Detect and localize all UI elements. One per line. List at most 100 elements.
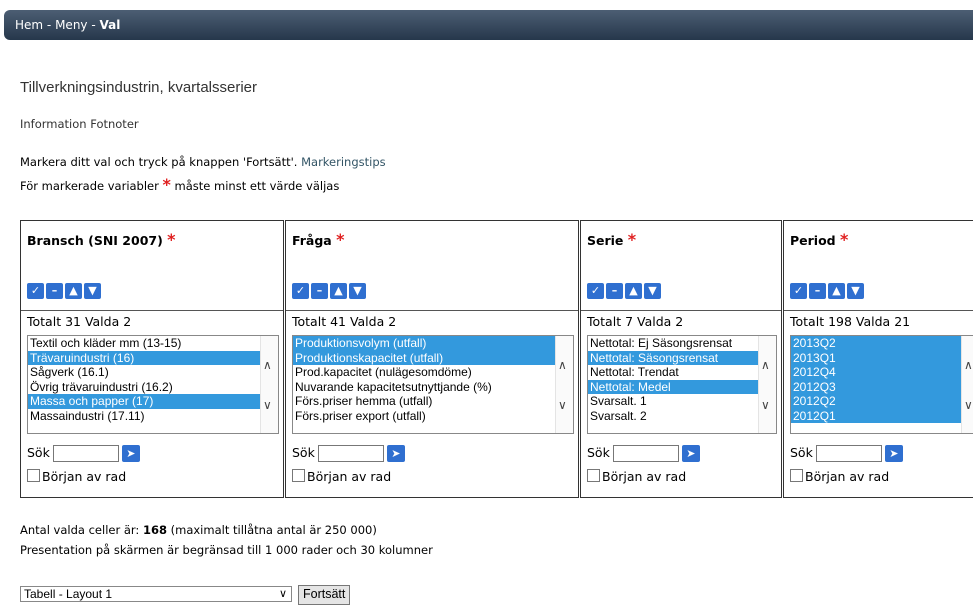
search-label: Sök [27,445,50,460]
chevron-down-icon[interactable]: ∨ [964,398,973,412]
list-item[interactable]: 2012Q1 [791,408,961,423]
move-up-icon[interactable]: ▲ [828,283,845,299]
list-scrollbar[interactable]: ∧ ∨ [961,336,973,433]
list-item[interactable]: Nettotal: Ej Säsongsrensat [588,336,758,351]
list-item[interactable]: 2012Q3 [791,379,961,394]
start-of-row-option-period[interactable]: Början av rad [790,469,889,484]
information-link[interactable]: Information [20,117,87,131]
move-up-icon[interactable]: ▲ [65,283,82,299]
breadcrumb-home[interactable]: Hem [15,18,43,32]
info-links: Information Fotnoter [20,117,139,131]
list-scrollbar[interactable]: ∧ ∨ [758,336,776,433]
move-down-icon[interactable]: ▼ [847,283,864,299]
select-all-icon[interactable]: ✓ [790,283,807,299]
list-item[interactable]: Nettotal: Medel [588,379,758,394]
list-item[interactable]: Produktionsvolym (utfall) [293,336,555,351]
panel-title-fraga: Fråga * [292,230,344,249]
list-item[interactable]: 2012Q2 [791,394,961,409]
chevron-down-icon[interactable]: ∨ [761,398,770,412]
breadcrumb-menu[interactable]: Meny [55,18,87,32]
panel-title-text: Fråga [292,233,332,248]
chevron-up-icon[interactable]: ∧ [263,358,272,372]
total-selected-bransch: Totalt 31 Valda 2 [27,314,131,329]
search-input[interactable] [317,445,384,462]
list-item[interactable]: 2012Q4 [791,365,961,380]
checkbox-label: Början av rad [42,469,127,484]
move-down-icon[interactable]: ▼ [84,283,101,299]
search-input[interactable] [52,445,119,462]
search-row-period: Sök ➤ [790,445,903,462]
deselect-all-icon[interactable]: – [809,283,826,299]
list-item[interactable]: Förs.priser hemma (utfall) [293,394,555,409]
chevron-down-icon[interactable]: ∨ [558,398,567,412]
list-item[interactable]: Nettotal: Säsongsrensat [588,350,758,365]
move-down-icon[interactable]: ▼ [644,283,661,299]
instruction-line-1: Markera ditt val och tryck på knappen 'F… [20,155,386,169]
continue-button[interactable]: Fortsätt [298,585,351,605]
search-go-icon[interactable]: ➤ [121,445,140,462]
search-go-icon[interactable]: ➤ [681,445,700,462]
list-item[interactable]: Textil och kläder mm (13-15) [28,336,260,351]
select-all-icon[interactable]: ✓ [292,283,309,299]
move-up-icon[interactable]: ▲ [330,283,347,299]
value-list-serie[interactable]: Nettotal: Ej Säsongsrensat Nettotal: Säso… [587,335,777,434]
list-item[interactable]: Svarsalt. 2 [588,409,758,424]
checkbox[interactable] [587,469,600,482]
chevron-down-icon[interactable]: ∨ [263,398,272,412]
list-item[interactable]: Förs.priser export (utfall) [293,409,555,424]
checkbox[interactable] [27,469,40,482]
search-input[interactable] [612,445,679,462]
list-item[interactable]: Massa och papper (17) [28,394,260,409]
header-bar: Hem - Meny - Val [4,10,973,40]
list-item[interactable]: Prod.kapacitet (nulägesomdöme) [293,365,555,380]
list-item[interactable]: 2013Q1 [791,350,961,365]
chevron-up-icon[interactable]: ∧ [761,358,770,372]
list-item[interactable]: Trävaruindustri (16) [28,350,260,365]
checkbox-label: Början av rad [602,469,687,484]
list-item[interactable]: Svarsalt. 1 [588,394,758,409]
instruction-text: Markera ditt val och tryck på knappen 'F… [20,155,302,169]
panel-title-text: Bransch (SNI 2007) [27,233,163,248]
deselect-all-icon[interactable]: – [606,283,623,299]
start-of-row-option-bransch[interactable]: Början av rad [27,469,126,484]
start-of-row-option-serie[interactable]: Början av rad [587,469,686,484]
checkbox[interactable] [292,469,305,482]
search-input[interactable] [815,445,882,462]
value-list-bransch[interactable]: Textil och kläder mm (13-15) Trävaruindus… [27,335,279,434]
move-up-icon[interactable]: ▲ [625,283,642,299]
selected-count: 2 [675,314,684,329]
start-of-row-option-fraga[interactable]: Början av rad [292,469,391,484]
panel-title-period: Period * [790,230,848,249]
list-item[interactable]: Produktionskapacitet (utfall) [293,350,555,365]
list-item[interactable]: Nuvarande kapacitetsutnyttjande (%) [293,380,555,395]
list-scrollbar[interactable]: ∧ ∨ [260,336,278,433]
search-row-fraga: Sök ➤ [292,445,405,462]
search-go-icon[interactable]: ➤ [884,445,903,462]
select-all-icon[interactable]: ✓ [27,283,44,299]
value-list-period[interactable]: 2013Q2 2013Q1 2012Q4 2012Q3 2012Q2 2012Q1 ∧ ∨ [790,335,973,434]
layout-select[interactable]: Tabell - Layout 1 ∨ [20,586,292,602]
list-item[interactable]: Sågverk (16.1) [28,365,260,380]
move-down-icon[interactable]: ▼ [349,283,366,299]
checkbox-label: Början av rad [805,469,890,484]
checkbox[interactable] [790,469,803,482]
selection-tips-link[interactable]: Markeringstips [301,155,386,169]
search-go-icon[interactable]: ➤ [386,445,405,462]
panel-serie: Serie * ✓ – ▲ ▼ Totalt 7 Valda 2 Nettotal: E… [580,220,782,498]
breadcrumb: Hem - Meny - Val [15,18,120,32]
panel-period: Period * ✓ – ▲ ▼ Totalt 198 Valda 21 2013Q2 2… [783,220,973,498]
search-row-bransch: Sök ➤ [27,445,140,462]
list-scrollbar[interactable]: ∧ ∨ [555,336,573,433]
footnotes-link[interactable]: Fotnoter [90,117,138,131]
select-all-icon[interactable]: ✓ [587,283,604,299]
value-list-fraga[interactable]: Produktionsvolym (utfall) Produktionskapa… [292,335,574,434]
chevron-down-icon: ∨ [278,588,287,600]
list-item[interactable]: Massaindustri (17.11) [28,409,260,424]
deselect-all-icon[interactable]: – [311,283,328,299]
chevron-up-icon[interactable]: ∧ [558,358,567,372]
list-item[interactable]: Övrig trävaruindustri (16.2) [28,380,260,395]
deselect-all-icon[interactable]: – [46,283,63,299]
chevron-up-icon[interactable]: ∧ [964,358,973,372]
list-item[interactable]: Nettotal: Trendat [588,365,758,380]
list-item[interactable]: 2013Q2 [791,336,961,351]
